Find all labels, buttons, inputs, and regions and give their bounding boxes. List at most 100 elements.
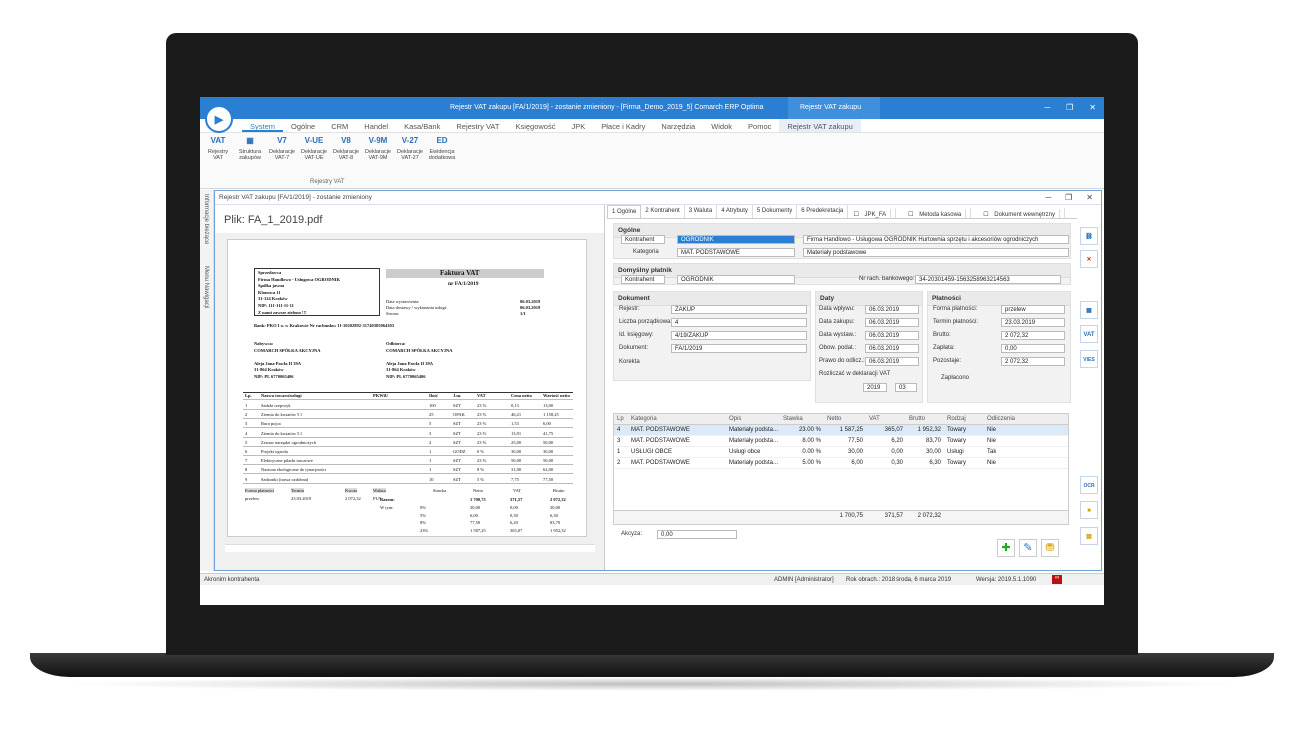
kategoria-desc-field[interactable]: Materiały podstawowe: [803, 248, 1069, 257]
app-logo-button[interactable]: ▶: [205, 105, 233, 133]
menu-item[interactable]: Kasa/Bank: [396, 119, 448, 132]
vat-col-header[interactable]: VAT: [866, 414, 906, 424]
date-field[interactable]: 06.03.2019: [865, 357, 919, 366]
header-checkbox[interactable]: ☐ Metoda kasowa: [904, 208, 972, 218]
doc-minimize-icon[interactable]: ─: [1045, 193, 1051, 202]
pozostaje-field[interactable]: 2 072,32: [1001, 357, 1065, 366]
header-checkbox[interactable]: ☐ JPK_FA: [849, 208, 897, 218]
date-field[interactable]: 06.03.2019: [865, 344, 919, 353]
kontrahent-name-field[interactable]: Firma Handlowo - Usługowa OGRODNIK Hurto…: [803, 235, 1069, 244]
bank-account-field[interactable]: 34-20301459-1563258963214563: [915, 275, 1061, 284]
akcyza-field[interactable]: 0,00: [657, 530, 737, 539]
menu-item[interactable]: Narzędzia: [653, 119, 703, 132]
header-checkbox[interactable]: ☐ Dokument wewnętrzny: [979, 208, 1065, 218]
minimize-icon[interactable]: ─: [1044, 103, 1050, 112]
date-field[interactable]: 06.03.2019: [865, 318, 919, 327]
zaplata-field[interactable]: 0,00: [1001, 344, 1065, 353]
kontrahent-field[interactable]: OGRODNIK: [677, 235, 795, 244]
kontrahent-button[interactable]: Kontrahent: [621, 235, 665, 244]
rejestr-field[interactable]: ZAKUP: [671, 305, 807, 314]
menu-item[interactable]: Rejestr VAT zakupu: [779, 119, 861, 132]
form-tab[interactable]: 2 Kontrahent: [641, 205, 685, 218]
vat-col-header[interactable]: Lp: [614, 414, 628, 424]
vat-table-row[interactable]: 1 USŁUGI OBCE Usługi obce 0.00 % 30,00 0,00 30…: [614, 447, 1068, 458]
add-icon[interactable]: ✚: [997, 539, 1015, 557]
form-tab[interactable]: 5 Dokumenty: [753, 205, 798, 218]
vies-icon[interactable]: VIES: [1080, 350, 1098, 368]
form-tab[interactable]: 4 Atrybuty: [717, 205, 753, 218]
form-tab[interactable]: 3 Waluta: [685, 205, 718, 218]
vat-check-icon[interactable]: VAT: [1080, 325, 1098, 343]
receiver-line: NIP: PL 6770065406: [386, 373, 426, 379]
lp-field[interactable]: 4: [671, 318, 807, 327]
ribbon-button[interactable]: V8 Deklaracje VAT-8: [332, 136, 360, 162]
vat-table-row[interactable]: 4 MAT. PODSTAWOWE Materiały podsta... 23.00…: [614, 425, 1068, 436]
ribbon-button[interactable]: V-UE Deklaracje VAT-UE: [300, 136, 328, 162]
forma-field[interactable]: przelew: [1001, 305, 1065, 314]
vat-col-header[interactable]: Rodzaj: [944, 414, 984, 424]
dok-field[interactable]: FA/1/2019: [671, 344, 807, 353]
pdf-horizontal-scrollbar[interactable]: [225, 544, 595, 552]
ribbon-button[interactable]: ED Ewidencja dodatkowa: [428, 136, 456, 162]
ribbon-button[interactable]: V7 Deklaracje VAT-7: [268, 136, 296, 162]
menu-item[interactable]: JPK: [563, 119, 593, 132]
vat-cell: Nie: [987, 438, 997, 444]
vat-col-header[interactable]: Brutto: [906, 414, 944, 424]
doc-close-icon[interactable]: ✕: [1086, 193, 1093, 202]
brutto-field[interactable]: 2 072,32: [1001, 331, 1065, 340]
infinity-icon[interactable]: ∞: [1052, 575, 1063, 584]
link-icon[interactable]: ⛓: [1080, 227, 1098, 245]
menu-item[interactable]: Księgowość: [507, 119, 563, 132]
menu-item[interactable]: Widok: [703, 119, 740, 132]
kategoria-field[interactable]: MAT. PODSTAWOWE: [677, 248, 795, 257]
delete-icon[interactable]: ⛃: [1041, 539, 1059, 557]
side-tab-info[interactable]: Informacje bieżące: [203, 194, 209, 244]
rejestr-label: Rejestr:: [619, 306, 640, 312]
menu-item[interactable]: Ogólne: [283, 119, 323, 132]
vat-col-header[interactable]: Odliczenia: [984, 414, 1024, 424]
platnik-field[interactable]: OGRODNIK: [677, 275, 795, 284]
restore-icon[interactable]: ❐: [1066, 103, 1073, 112]
vat-col-header[interactable]: Kategoria: [628, 414, 726, 424]
seller-line: Spółka jawna: [258, 283, 285, 289]
attach-icon[interactable]: ▤: [1080, 527, 1098, 545]
date-field[interactable]: 06.03.2019: [865, 305, 919, 314]
platnik-type-select[interactable]: Kontrahent: [621, 275, 665, 284]
pdf-cell: 1: [429, 449, 432, 454]
termin-field[interactable]: 23.03.2019: [1001, 318, 1065, 327]
month-field[interactable]: 03: [895, 383, 917, 392]
vat-table-row[interactable]: 3 MAT. PODSTAWOWE Materiały podsta... 8.00 …: [614, 436, 1068, 447]
vat-col-header[interactable]: Opis: [726, 414, 780, 424]
vat-col-header[interactable]: Stawka: [780, 414, 824, 424]
side-tab-nav[interactable]: Menu Nawigacji: [203, 266, 209, 308]
ribbon-button[interactable]: V-9M Deklaracje VAT-9M: [364, 136, 392, 162]
year-field[interactable]: 2019: [863, 383, 887, 392]
close-icon[interactable]: ✕: [1089, 103, 1096, 112]
calc-icon[interactable]: ▦: [1080, 301, 1098, 319]
cancel-icon[interactable]: ✕: [1080, 250, 1098, 268]
doc-restore-icon[interactable]: ❐: [1065, 193, 1072, 202]
ribbon-button[interactable]: V-27 Deklaracje VAT-27: [396, 136, 424, 162]
menu-item[interactable]: CRM: [323, 119, 356, 132]
left-side-strip: Informacje bieżące Menu Nawigacji: [200, 190, 214, 571]
form-tab[interactable]: 6 Predekretacja: [797, 205, 849, 218]
pdf-cell: SZT: [453, 421, 462, 427]
menu-item[interactable]: Rejestry VAT: [448, 119, 507, 132]
note-icon[interactable]: ■: [1080, 501, 1098, 519]
menu-item[interactable]: Handel: [356, 119, 396, 132]
ocr-icon[interactable]: OCR: [1080, 476, 1098, 494]
menu-item[interactable]: Pomoc: [740, 119, 779, 132]
menu-item[interactable]: System: [242, 119, 284, 132]
zaplacono-checkbox: Zapłacono: [941, 375, 970, 381]
payment-cell: Termin: [291, 488, 304, 493]
idk-field[interactable]: 4/19/ZAKUP: [671, 331, 807, 340]
ribbon-button[interactable]: VAT Rejestry VAT: [204, 136, 232, 162]
date-field[interactable]: 06.03.2019: [865, 331, 919, 340]
ribbon-button[interactable]: ▦ Struktura zakupów: [236, 136, 264, 162]
vat-col-header[interactable]: Netto: [824, 414, 866, 424]
form-tab[interactable]: 1 Ogólne: [607, 205, 642, 218]
menu-item[interactable]: Płace i Kadry: [593, 119, 653, 132]
vat-table-row[interactable]: 2 MAT. PODSTAWOWE Materiały podsta... 5.00 …: [614, 458, 1068, 469]
edit-icon[interactable]: ✎: [1019, 539, 1037, 557]
pdf-col-header: Cena netto: [511, 393, 532, 398]
